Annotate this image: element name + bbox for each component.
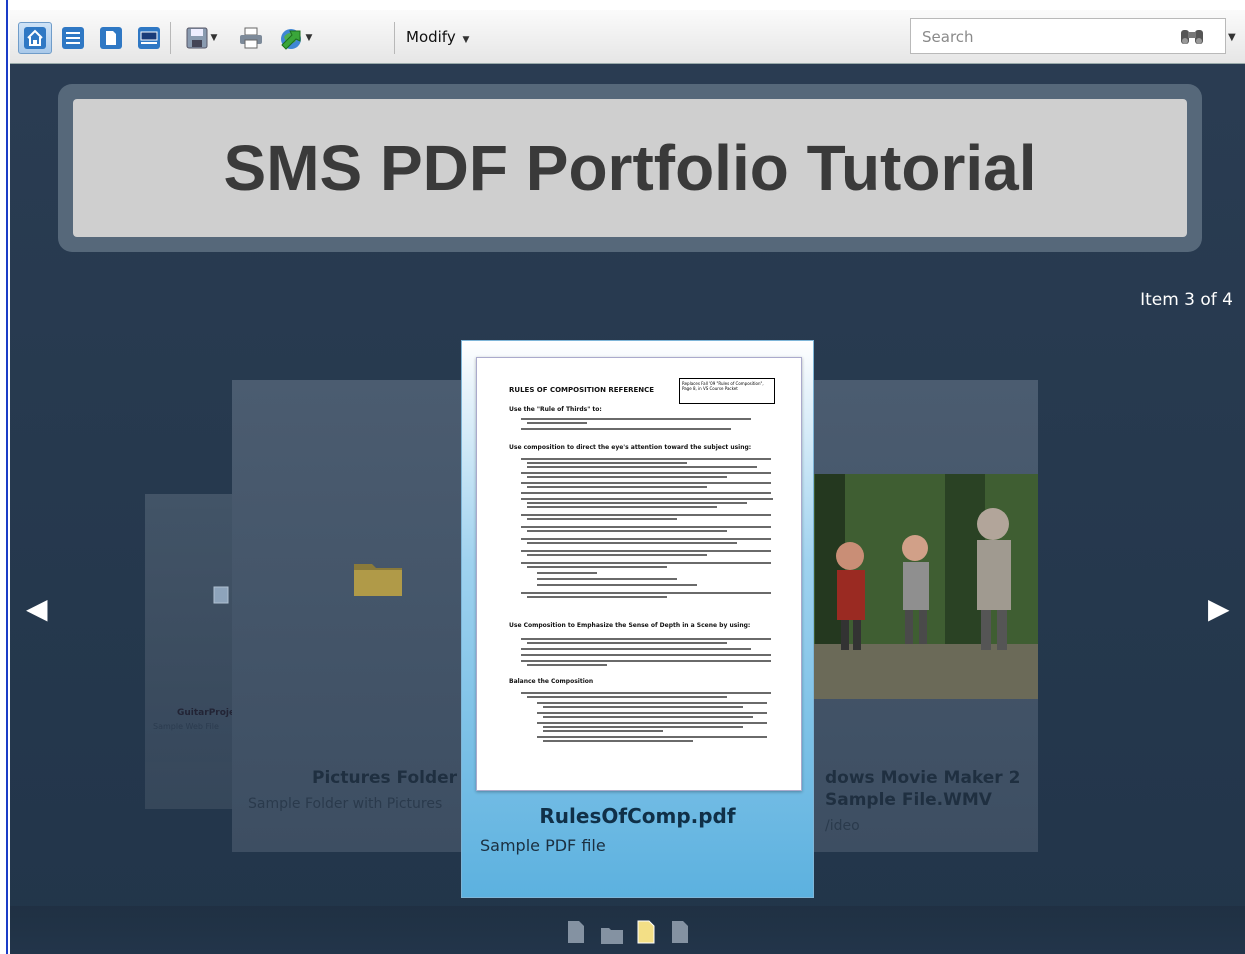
video-thumbnail <box>795 474 1038 699</box>
toolbar: ▼ ▼ Modify ▼ ▼ <box>10 10 1245 64</box>
pager-video-icon[interactable] <box>670 919 690 945</box>
save-button[interactable]: ▼ <box>178 22 224 54</box>
window-left-border <box>0 0 8 954</box>
toolbar-separator <box>170 22 171 54</box>
file-icon <box>213 586 229 604</box>
file-name: Pictures Folder <box>312 768 458 788</box>
file-description: Sample PDF file <box>480 836 606 855</box>
file-card-web[interactable]: GuitarProje... Sample Web File <box>145 494 245 809</box>
chevron-down-icon: ▼ <box>462 35 470 45</box>
share-button[interactable]: ▼ <box>272 22 318 54</box>
home-button[interactable] <box>18 22 52 54</box>
home-icon <box>24 27 46 49</box>
pager-file-icon[interactable] <box>566 919 586 945</box>
file-description: /ideo <box>825 818 860 834</box>
save-icon <box>186 27 208 49</box>
reflection-strip <box>10 906 1245 954</box>
file-name-line-1: dows Movie Maker 2 <box>825 768 1021 788</box>
doc-text-lines <box>521 418 773 742</box>
search-box <box>910 18 1226 54</box>
page-title: SMS PDF Portfolio Tutorial <box>223 132 1037 204</box>
details-view-button[interactable] <box>56 22 90 54</box>
print-icon <box>240 27 262 49</box>
share-icon <box>280 29 301 50</box>
previous-item-button[interactable]: ◀ <box>26 594 48 624</box>
chevron-down-icon: ▼ <box>210 33 218 43</box>
search-input[interactable] <box>912 20 1174 54</box>
portfolio-canvas: SMS PDF Portfolio Tutorial Item 3 of 4 ◀… <box>10 64 1245 954</box>
file-name-line-2: Sample File.WMV <box>825 790 992 810</box>
print-button[interactable] <box>234 22 268 54</box>
modify-menu[interactable]: Modify ▼ <box>406 28 469 46</box>
cover-view-button[interactable] <box>132 22 166 54</box>
next-item-button[interactable]: ▶ <box>1208 594 1230 624</box>
item-counter: Item 3 of 4 <box>1140 290 1233 310</box>
file-name: RulesOfComp.pdf <box>539 804 736 828</box>
details-view-icon <box>62 27 84 49</box>
modify-label: Modify <box>406 28 456 46</box>
search-options-chevron-icon[interactable]: ▼ <box>1228 32 1236 43</box>
file-card-pictures-folder[interactable]: Pictures Folder Sample Folder with Pictu… <box>232 380 480 852</box>
cover-view-icon <box>138 27 160 49</box>
pager-pdf-icon-current[interactable] <box>636 919 656 945</box>
folder-icon <box>354 564 402 596</box>
file-view-button[interactable] <box>94 22 128 54</box>
chevron-down-icon: ▼ <box>305 33 313 43</box>
file-view-icon <box>100 27 122 49</box>
toolbar-separator <box>394 22 395 54</box>
title-banner: SMS PDF Portfolio Tutorial <box>58 84 1202 252</box>
binoculars-icon[interactable] <box>1179 26 1205 46</box>
file-card-selected-pdf[interactable]: RULES OF COMPOSITION REFERENCE Replaces … <box>461 340 814 898</box>
pager-folder-icon[interactable] <box>600 925 624 945</box>
pdf-thumbnail: RULES OF COMPOSITION REFERENCE Replaces … <box>476 357 802 791</box>
file-card-video[interactable]: dows Movie Maker 2 Sample File.WMV /ideo <box>795 380 1038 852</box>
file-description: Sample Folder with Pictures <box>248 796 443 812</box>
title-banner-inner: SMS PDF Portfolio Tutorial <box>73 99 1187 237</box>
file-description: Sample Web File <box>153 722 219 731</box>
